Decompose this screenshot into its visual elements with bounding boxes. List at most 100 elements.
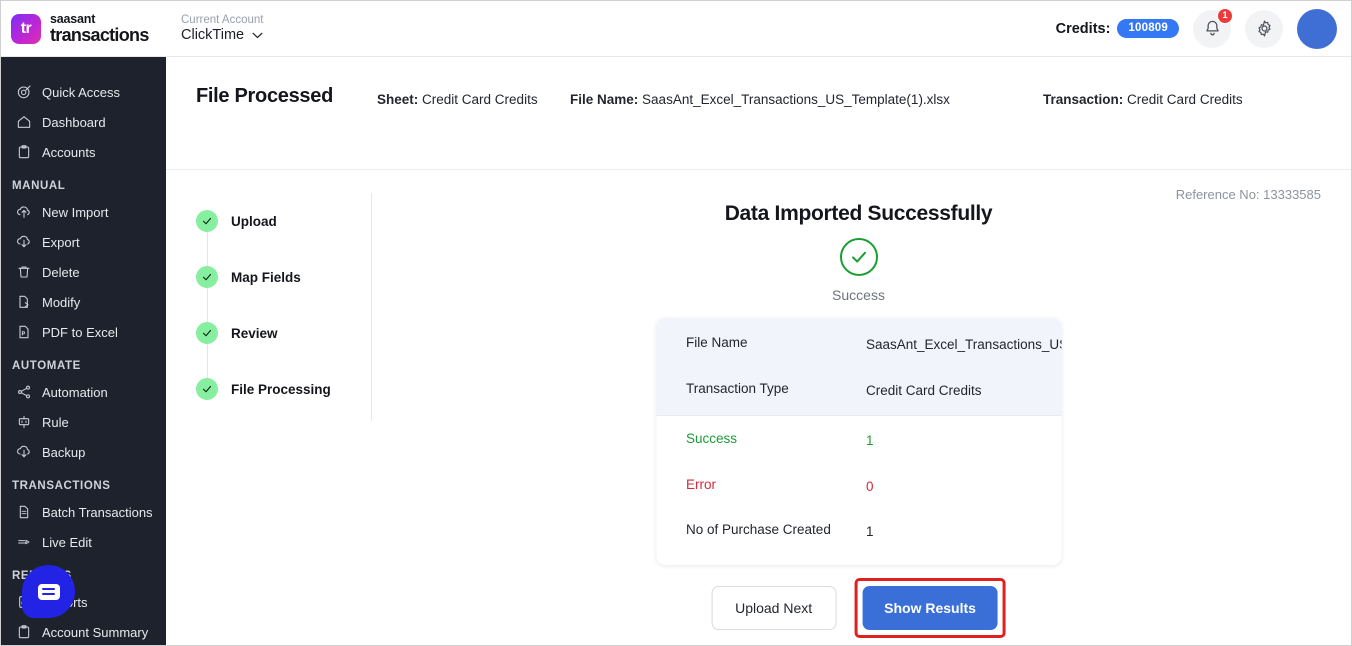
sidebar-section-transactions: TRANSACTIONS	[1, 480, 166, 492]
sidebar-item-pdf-to-excel[interactable]: PDF to Excel	[1, 317, 166, 347]
row-key: File Name	[686, 335, 866, 350]
sidebar-item-modify[interactable]: Modify	[1, 287, 166, 317]
transaction-label: Transaction:	[1043, 92, 1123, 107]
brand-logo[interactable]: tr saasant transactions	[1, 13, 166, 45]
sidebar-item-delete[interactable]: Delete	[1, 257, 166, 287]
sidebar-item-label: Rule	[42, 415, 69, 430]
summary-card: File Name SaasAnt_Excel_Transactions_US_…	[656, 318, 1061, 565]
upload-next-button[interactable]: Upload Next	[711, 586, 836, 630]
rule-icon	[15, 414, 32, 431]
sidebar-item-label: Quick Access	[42, 85, 120, 100]
current-account-row[interactable]: ClickTime	[181, 27, 263, 44]
row-value: SaasAnt_Excel_Transactions_US_Template(1…	[866, 335, 1061, 355]
action-buttons: Upload Next Show Results	[711, 578, 1006, 638]
pencil-line-icon	[15, 534, 32, 551]
avatar[interactable]	[1297, 9, 1337, 49]
download-cloud-icon	[15, 444, 32, 461]
notification-count-badge: 1	[1217, 8, 1233, 24]
sidebar-item-live-edit[interactable]: Live Edit	[1, 527, 166, 557]
summary-row-error: Error 0	[656, 464, 1061, 510]
chat-widget-button[interactable]	[22, 565, 75, 618]
sidebar-item-backup[interactable]: Backup	[1, 437, 166, 467]
file-info-bar: File Processed Sheet: Credit Card Credit…	[166, 57, 1351, 170]
summary-row-transaction-type: Transaction Type Credit Card Credits	[656, 368, 1061, 414]
sidebar-item-batch-transactions[interactable]: Batch Transactions	[1, 497, 166, 527]
show-results-highlight: Show Results	[854, 578, 1006, 638]
check-icon	[196, 322, 218, 344]
settings-button[interactable]	[1245, 10, 1283, 48]
step-review[interactable]: Review	[196, 305, 371, 361]
row-value: Credit Card Credits	[866, 381, 982, 401]
app-window: tr saasant transactions Current Account …	[0, 0, 1352, 646]
sheet-info: Sheet: Credit Card Credits	[377, 92, 538, 107]
row-value: 0	[866, 477, 874, 497]
summary-card-bottom: Success 1 Error 0 No of Purchase Created…	[656, 415, 1061, 565]
sidebar-item-quick-access[interactable]: Quick Access	[1, 77, 166, 107]
pdf-file-icon	[15, 324, 32, 341]
credits-display: Credits: 100809	[1056, 19, 1179, 38]
current-account-name: ClickTime	[181, 27, 244, 44]
summary-row-purchase-created: No of Purchase Created 1	[656, 509, 1061, 555]
sheet-value: Credit Card Credits	[422, 92, 538, 107]
sidebar-item-label: Account Summary	[42, 625, 148, 640]
brand-name-bottom: transactions	[50, 26, 149, 44]
sidebar-item-automation[interactable]: Automation	[1, 377, 166, 407]
step-map-fields[interactable]: Map Fields	[196, 249, 371, 305]
sidebar-item-label: Backup	[42, 445, 85, 460]
sheet-label: Sheet:	[377, 92, 418, 107]
current-account-label: Current Account	[181, 14, 263, 27]
clipboard-icon	[15, 624, 32, 641]
saasant-logo-icon: tr	[11, 14, 41, 44]
row-value: 1	[866, 431, 874, 451]
step-file-processing[interactable]: File Processing	[196, 361, 371, 417]
chat-message-icon	[38, 584, 60, 600]
sidebar-item-export[interactable]: Export	[1, 227, 166, 257]
sidebar-item-label: New Import	[42, 205, 108, 220]
result-area: Data Imported Successfully Success File …	[366, 170, 1351, 646]
sidebar-section-manual: MANUAL	[1, 180, 166, 192]
notifications-button[interactable]: 1	[1193, 10, 1231, 48]
sidebar-item-label: Accounts	[42, 145, 95, 160]
sidebar-item-label: PDF to Excel	[42, 325, 118, 340]
page-title: File Processed	[196, 85, 333, 108]
step-list: Upload Map Fields Review	[196, 193, 371, 417]
file-edit-icon	[15, 294, 32, 311]
upload-cloud-icon	[15, 204, 32, 221]
result-title: Data Imported Successfully	[366, 202, 1351, 226]
brand-wordmark: saasant transactions	[50, 13, 149, 45]
gear-icon	[1255, 19, 1274, 38]
current-account-selector[interactable]: Current Account ClickTime	[181, 14, 263, 44]
sidebar-item-label: Export	[42, 235, 80, 250]
sidebar-item-new-import[interactable]: New Import	[1, 197, 166, 227]
show-results-button[interactable]: Show Results	[862, 586, 998, 630]
sidebar-item-label: Automation	[42, 385, 108, 400]
result-status: Success	[366, 287, 1351, 303]
summary-card-top: File Name SaasAnt_Excel_Transactions_US_…	[656, 318, 1061, 415]
summary-row-file-name: File Name SaasAnt_Excel_Transactions_US_…	[656, 322, 1061, 368]
check-icon	[196, 210, 218, 232]
transaction-value: Credit Card Credits	[1127, 92, 1243, 107]
step-label: Upload	[231, 214, 277, 229]
sidebar-item-label: Batch Transactions	[42, 505, 153, 520]
file-name-value: SaasAnt_Excel_Transactions_US_Template(1…	[642, 92, 950, 107]
sidebar-item-label: Delete	[42, 265, 80, 280]
download-cloud-icon	[15, 234, 32, 251]
file-name-label: File Name:	[570, 92, 638, 107]
sidebar-item-rule[interactable]: Rule	[1, 407, 166, 437]
row-key: Transaction Type	[686, 381, 866, 396]
sidebar-item-label: Modify	[42, 295, 80, 310]
sidebar-item-dashboard[interactable]: Dashboard	[1, 107, 166, 137]
row-key: Error	[686, 477, 866, 492]
file-name-info: File Name: SaasAnt_Excel_Transactions_US…	[570, 92, 950, 107]
step-upload[interactable]: Upload	[196, 193, 371, 249]
sidebar-section-automate: AUTOMATE	[1, 360, 166, 372]
processing-panel: Upload Map Fields Review	[166, 170, 1351, 646]
sidebar-item-accounts[interactable]: Accounts	[1, 137, 166, 167]
check-icon	[196, 266, 218, 288]
brand-name-top: saasant	[50, 13, 149, 26]
document-icon	[15, 504, 32, 521]
sidebar-item-account-summary[interactable]: Account Summary	[1, 617, 166, 646]
top-bar-actions: Credits: 100809 1	[1056, 9, 1352, 49]
row-key: Success	[686, 431, 866, 446]
step-label: File Processing	[231, 382, 331, 397]
